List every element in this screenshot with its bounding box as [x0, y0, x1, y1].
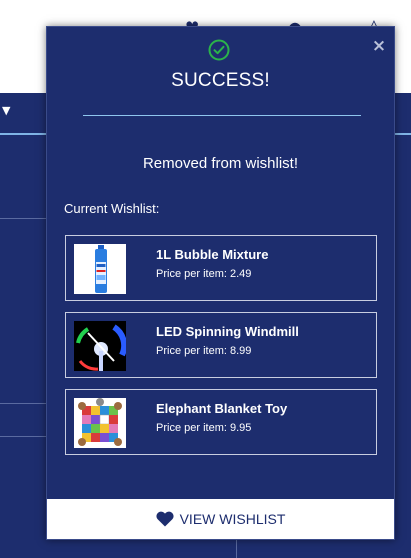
check-circle-icon — [208, 39, 230, 61]
item-price: Price per item: 2.49 — [156, 268, 252, 280]
item-name: 1L Bubble Mixture — [156, 247, 269, 262]
status-message: Removed from wishlist! — [142, 155, 299, 172]
wishlist-item[interactable]: LED Spinning Windmill Price per item: 8.… — [65, 312, 377, 378]
item-price: Price per item: 8.99 — [156, 345, 252, 357]
divider — [0, 436, 46, 437]
item-name: Elephant Blanket Toy — [156, 401, 288, 416]
wishlist-label: Current Wishlist: — [64, 201, 160, 216]
title-divider — [83, 115, 361, 116]
divider — [0, 403, 46, 404]
wishlist-item[interactable]: Elephant Blanket Toy Price per item: 9.9… — [65, 389, 377, 455]
modal-title: SUCCESS! — [171, 70, 270, 91]
wishlist-item[interactable]: 1L Bubble Mixture Price per item: 2.49 — [65, 235, 377, 301]
item-name: LED Spinning Windmill — [156, 324, 299, 339]
view-wishlist-label: VIEW WISHLIST — [179, 511, 286, 527]
product-image-led-windmill — [74, 321, 126, 371]
close-button[interactable]: × — [370, 37, 388, 55]
chevron-down-icon[interactable]: ▼ — [2, 104, 10, 117]
heart-icon — [156, 511, 174, 527]
product-image-bubble-mixture — [74, 244, 126, 294]
divider — [236, 540, 237, 558]
divider — [0, 218, 46, 219]
wishlist-modal: × SUCCESS! Removed from wishlist! Curren… — [46, 26, 395, 540]
product-image-elephant-blanket — [74, 398, 126, 448]
item-price: Price per item: 9.95 — [156, 422, 252, 434]
view-wishlist-button[interactable]: VIEW WISHLIST — [47, 499, 394, 539]
